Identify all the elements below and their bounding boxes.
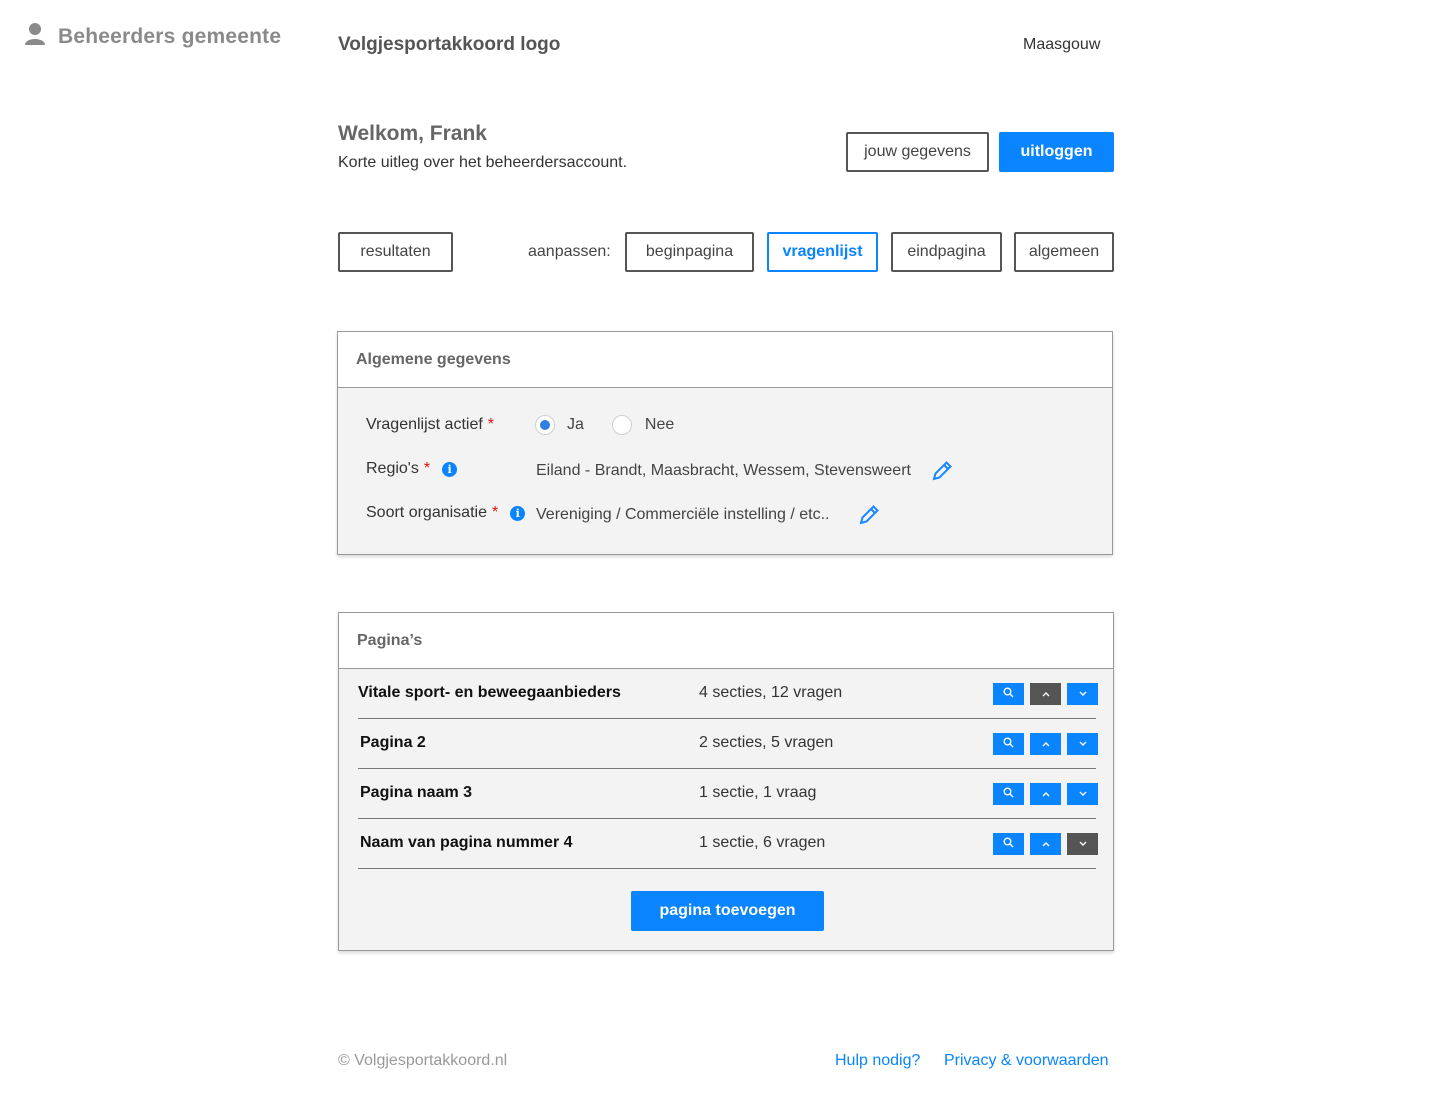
page-name: Naam van pagina nummer 4 <box>360 834 573 851</box>
page-count: 1 sectie, 6 vragen <box>699 834 826 851</box>
page-title: Welkom, Frank <box>338 122 487 145</box>
info-icon[interactable]: i <box>510 505 526 521</box>
regions-value: Eiland - Brandt, Maasbracht, Wessem, Ste… <box>536 462 911 479</box>
sidebar-title: Beheerders gemeente <box>58 24 282 48</box>
privacy-link[interactable]: Privacy & voorwaarden <box>944 1052 1109 1070</box>
chevron-up-icon <box>1041 685 1051 703</box>
site-logo[interactable]: Volgjesportakkoord logo <box>338 34 560 56</box>
move-up-button[interactable] <box>1030 783 1061 805</box>
chevron-down-icon <box>1078 685 1088 703</box>
regions-field-label: Regio's * i <box>366 460 458 478</box>
magnifier-icon <box>1003 685 1014 703</box>
radio-no[interactable] <box>611 415 632 435</box>
chevron-up-icon <box>1041 785 1051 803</box>
move-up-button[interactable] <box>1030 733 1061 755</box>
help-link[interactable]: Hulp nodig? <box>835 1052 920 1070</box>
chevron-up-icon <box>1041 735 1051 753</box>
info-icon[interactable]: i <box>442 461 458 477</box>
page-name: Pagina naam 3 <box>360 784 473 801</box>
radio-yes-label: Ja <box>567 416 584 433</box>
page-count: 1 sectie, 1 vraag <box>699 784 817 801</box>
add-page-button[interactable]: pagina toevoegen <box>631 891 824 931</box>
org-value: Vereniging / Commerciële instelling / et… <box>536 506 830 523</box>
pages-panel: Pagina’s Vitale sport- en beweegaanbiede… <box>338 612 1114 951</box>
footer-copyright: © Volgjesportakkoord.nl <box>338 1052 508 1069</box>
move-up-button[interactable] <box>1030 833 1061 855</box>
edit-regions-pencil-icon[interactable] <box>931 460 953 487</box>
tab-vragenlijst[interactable]: vragenlijst <box>767 232 878 272</box>
panel-title: Algemene gegevens <box>338 332 1112 388</box>
magnifier-icon <box>1003 835 1014 853</box>
chevron-down-icon <box>1078 835 1088 853</box>
radio-selected-dot <box>540 420 550 430</box>
tab-algemeen[interactable]: algemeen <box>1014 232 1114 272</box>
view-page-button[interactable] <box>993 733 1024 755</box>
user-icon <box>24 22 46 51</box>
chevron-down-icon <box>1078 785 1088 803</box>
view-page-button[interactable] <box>993 833 1024 855</box>
customize-label: aanpassen: <box>528 243 611 260</box>
panel-title: Pagina’s <box>339 613 1113 669</box>
magnifier-icon <box>1003 785 1014 803</box>
edit-org-pencil-icon[interactable] <box>858 504 880 531</box>
required-mark: * <box>423 460 431 477</box>
page-name: Pagina 2 <box>360 734 426 751</box>
move-down-button[interactable] <box>1067 783 1098 805</box>
page-name: Vitale sport- en beweegaanbieders <box>358 684 621 701</box>
move-down-button[interactable] <box>1067 833 1098 855</box>
results-button[interactable]: resultaten <box>338 232 453 272</box>
chevron-up-icon <box>1041 835 1051 853</box>
municipality-name: Maasgouw <box>1023 36 1101 53</box>
page-row: Naam van pagina nummer 4 1 sectie, 6 vra… <box>358 819 1098 869</box>
move-up-button[interactable] <box>1030 683 1061 705</box>
logout-button[interactable]: uitloggen <box>999 132 1114 172</box>
general-info-panel: Algemene gegevens Vragenlijst actief * J… <box>337 331 1113 555</box>
view-page-button[interactable] <box>993 683 1024 705</box>
org-field-label: Soort organisatie * i <box>366 504 526 522</box>
required-mark: * <box>491 504 499 521</box>
required-mark: * <box>487 416 495 433</box>
regions-label: Regio's <box>366 460 419 477</box>
active-field-label: Vragenlijst actief * <box>366 416 494 434</box>
tab-beginpagina[interactable]: beginpagina <box>625 232 754 272</box>
page-row: Pagina 2 2 secties, 5 vragen <box>358 719 1098 769</box>
radio-no-label: Nee <box>644 416 675 433</box>
account-details-button[interactable]: jouw gegevens <box>846 132 989 172</box>
active-radio-group: Ja Nee <box>535 415 674 435</box>
page-row: Vitale sport- en beweegaanbieders 4 sect… <box>358 669 1098 719</box>
page-subtitle: Korte uitleg over het beheerdersaccount. <box>338 154 628 171</box>
org-label: Soort organisatie <box>366 504 487 521</box>
move-down-button[interactable] <box>1067 733 1098 755</box>
view-page-button[interactable] <box>993 783 1024 805</box>
magnifier-icon <box>1003 735 1014 753</box>
chevron-down-icon <box>1078 735 1088 753</box>
sidebar-header: Beheerders gemeente <box>24 22 281 51</box>
page-row: Pagina naam 3 1 sectie, 1 vraag <box>358 769 1098 819</box>
move-down-button[interactable] <box>1067 683 1098 705</box>
active-label: Vragenlijst actief <box>366 416 483 433</box>
radio-yes[interactable] <box>535 415 555 435</box>
page-count: 4 secties, 12 vragen <box>699 684 843 701</box>
tab-eindpagina[interactable]: eindpagina <box>891 232 1002 272</box>
page-count: 2 secties, 5 vragen <box>699 734 834 751</box>
